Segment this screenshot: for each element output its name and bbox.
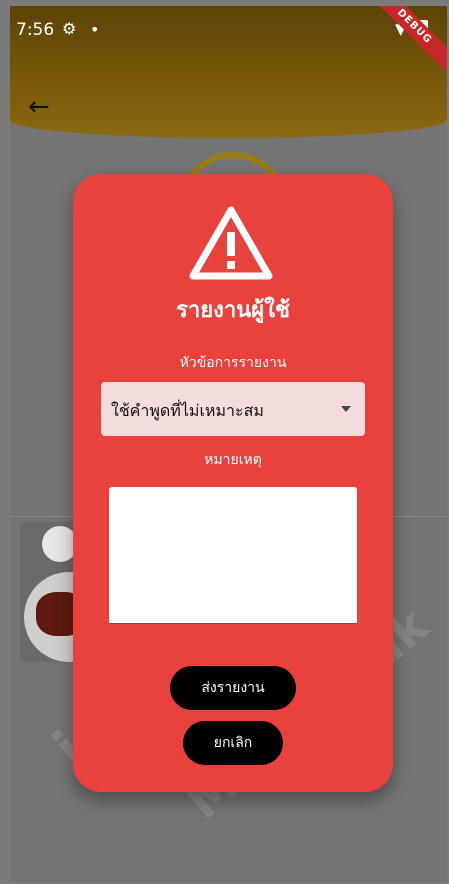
gear-icon: ⚙ (62, 19, 77, 38)
topic-dropdown[interactable]: ใช้คำพูดที่ไม่เหมาะสม (101, 382, 365, 436)
report-dialog: รายงานผู้ใช้ หัวข้อการรายงาน ใช้คำพูดที่… (73, 174, 393, 792)
status-bar: 7:56 ⚙ • ▼ (10, 6, 447, 54)
note-label: หมายเหตุ (204, 452, 262, 468)
notification-dot-icon: • (90, 20, 100, 39)
status-time: 7:56 (16, 20, 55, 40)
dialog-title: รายงานผู้ใช้ (176, 298, 290, 323)
food-image[interactable] (20, 522, 80, 662)
cancel-button[interactable]: ยกเลิก (183, 721, 283, 765)
warning-triangle-icon (189, 206, 273, 280)
app-screen: 7:56 ⚙ • ▼ DEBUG ← ience Depa Mahasarak … (10, 6, 447, 882)
back-arrow-icon[interactable]: ← (28, 94, 50, 120)
topic-label: หัวข้อการรายงาน (179, 355, 287, 371)
topic-selected-value: ใช้คำพูดที่ไม่เหมาะสม (111, 401, 264, 420)
dropdown-arrow-icon (341, 406, 351, 412)
submit-report-button[interactable]: ส่งรายงาน (170, 666, 296, 710)
note-textarea[interactable] (109, 487, 357, 624)
